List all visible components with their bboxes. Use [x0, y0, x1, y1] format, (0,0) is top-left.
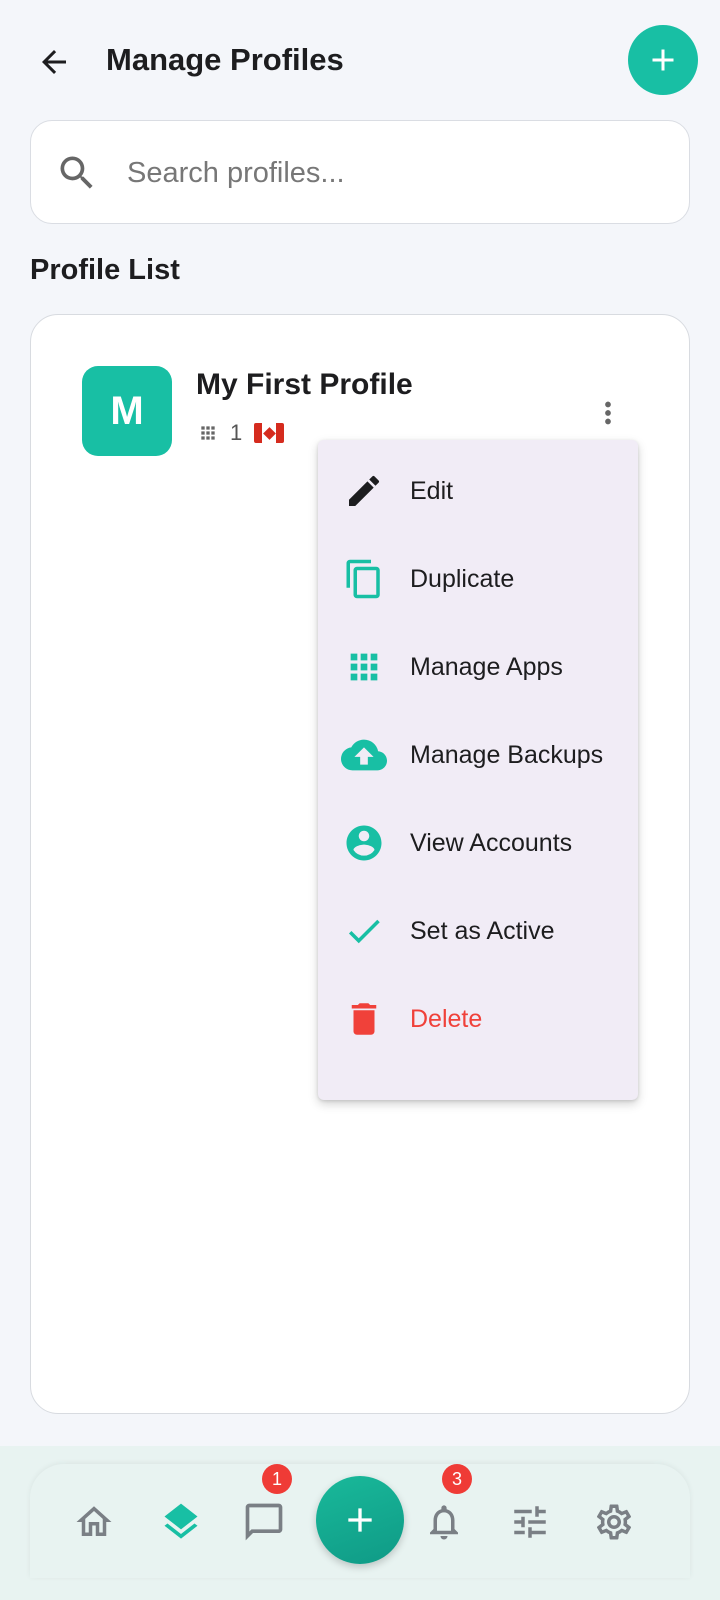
chat-icon — [245, 1503, 283, 1541]
nav-notifications[interactable] — [420, 1498, 468, 1546]
nav-filters[interactable] — [506, 1498, 554, 1546]
menu-item-label: Set as Active — [410, 916, 555, 945]
menu-item-view-accounts[interactable]: View Accounts — [318, 798, 638, 888]
bell-icon — [430, 1505, 458, 1540]
apps-grid-icon — [201, 426, 215, 440]
menu-item-manage-apps[interactable]: Manage Apps — [318, 622, 638, 712]
plus-icon — [652, 49, 674, 71]
search-icon — [60, 156, 93, 189]
nav-settings[interactable] — [590, 1498, 638, 1546]
menu-item-delete[interactable]: Delete — [318, 974, 638, 1064]
menu-item-label: Manage Apps — [410, 652, 563, 681]
layers-icon — [164, 1503, 198, 1539]
menu-item-manage-backups[interactable]: Manage Backups — [318, 710, 638, 800]
menu-item-duplicate[interactable]: Duplicate — [318, 534, 638, 624]
center-add-button[interactable] — [316, 1476, 404, 1564]
gear-icon — [596, 1504, 632, 1540]
notifications-badge: 3 — [442, 1464, 472, 1494]
nav-messages[interactable] — [240, 1498, 288, 1546]
menu-item-edit[interactable]: Edit — [318, 446, 638, 536]
nav-profiles[interactable] — [157, 1498, 205, 1546]
check-icon — [340, 907, 388, 955]
menu-item-set-active[interactable]: Set as Active — [318, 886, 638, 976]
nav-home[interactable] — [70, 1498, 118, 1546]
pencil-icon — [340, 467, 388, 515]
cloud-upload-icon — [340, 731, 388, 779]
tune-icon — [514, 1506, 546, 1538]
plus-icon — [348, 1508, 372, 1532]
profile-name[interactable]: My First Profile — [196, 368, 413, 402]
messages-badge: 1 — [262, 1464, 292, 1494]
menu-item-label: Edit — [410, 476, 454, 505]
arrow-back-icon — [42, 50, 66, 74]
section-title: Profile List — [30, 254, 180, 286]
canada-flag-icon — [254, 423, 285, 443]
avatar: M — [82, 366, 172, 456]
menu-item-label: Delete — [410, 1004, 483, 1033]
more-vert-icon — [605, 401, 611, 425]
menu-item-label: View Accounts — [410, 828, 573, 857]
search-bar — [30, 120, 690, 224]
page-title: Manage Profiles — [106, 42, 344, 77]
search-input[interactable] — [127, 145, 647, 201]
add-profile-button[interactable] — [628, 25, 698, 95]
menu-item-label: Duplicate — [410, 564, 515, 593]
more-options-button[interactable] — [586, 388, 630, 438]
apps-grid-icon — [340, 643, 388, 691]
profile-options-menu: Edit Duplicate Manage Apps Manage Backup… — [318, 440, 638, 1100]
back-button[interactable] — [28, 36, 80, 88]
copy-icon — [340, 555, 388, 603]
home-icon — [76, 1506, 112, 1536]
account-circle-icon — [340, 819, 388, 867]
menu-item-label: Manage Backups — [410, 740, 604, 769]
trash-icon — [340, 995, 388, 1043]
profile-meta: 1 — [198, 420, 285, 446]
app-count: 1 — [230, 420, 243, 445]
